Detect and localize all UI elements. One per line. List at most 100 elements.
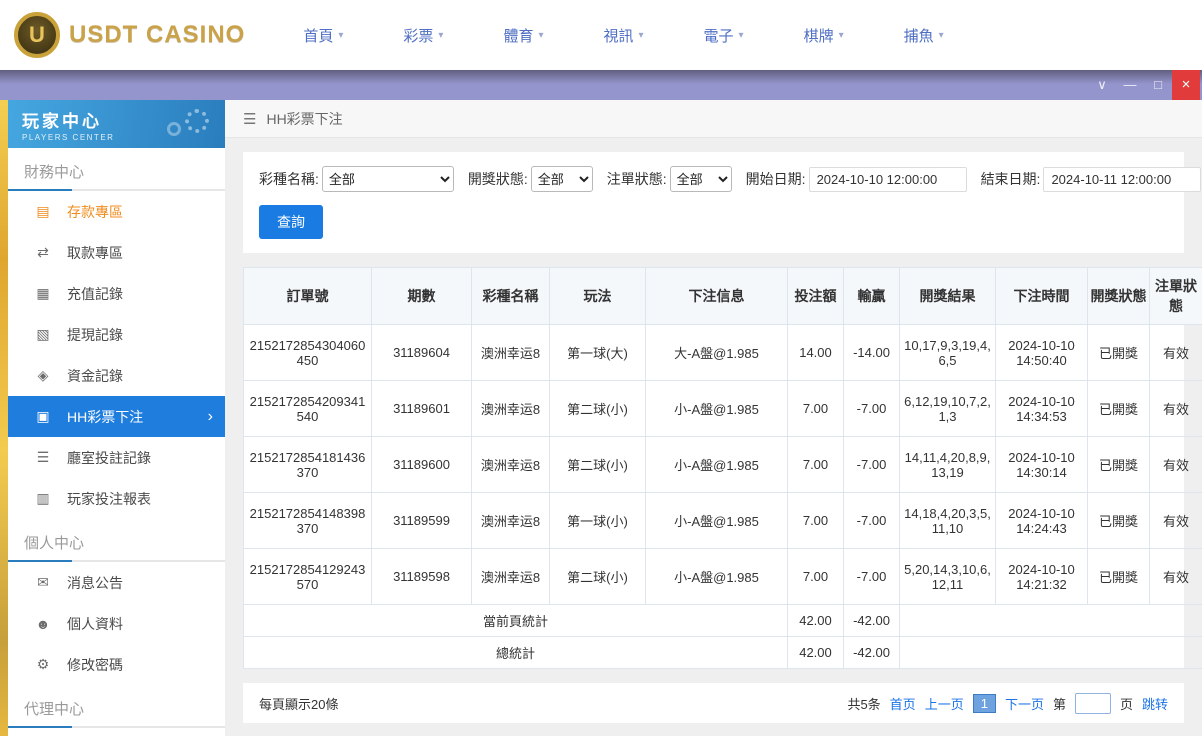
cell-draw-result: 14,18,4,20,3,5,11,10 (899, 492, 996, 549)
nav-item-label: 棋牌 (803, 27, 834, 45)
site-logo[interactable]: U USDT CASINO (14, 12, 245, 58)
nav-item-彩票[interactable]: 彩票 ▾ (403, 25, 443, 46)
nav-item-體育[interactable]: 體育 ▾ (503, 25, 543, 46)
cell-order-no: 2152172854209341540 (243, 380, 372, 437)
column-header-order-no: 訂單號 (243, 267, 372, 325)
column-header-bet-time: 下注時間 (995, 267, 1088, 325)
cell-order-status: 有效 (1149, 436, 1202, 493)
order-status-select[interactable]: 全部 (669, 166, 732, 192)
cell-order-no: 2152172854181436370 (243, 436, 372, 493)
bets-table: 訂單號 期數 彩種名稱 玩法 下注信息 投注額 輸贏 開獎結果 下注時間 開獎狀態 注單狀態 215… (243, 267, 1202, 669)
sidebar-item-room-bet-records[interactable]: ☰ 廳室投註記錄 (8, 437, 225, 478)
page-title: HH彩票下注 (266, 110, 343, 127)
sidebar-item-deposit[interactable]: ▤ 存款專區 (8, 191, 225, 232)
sidebar-item-recharge-records[interactable]: ▦ 充值記錄 (8, 273, 225, 314)
sidebar-item-label: 提現記錄 (67, 326, 123, 343)
sidebar-item-hh-lottery-bets[interactable]: ▣ HH彩票下注 › (8, 396, 225, 437)
cell-bet-amount: 14.00 (787, 324, 844, 381)
first-page-link[interactable]: 首页 (890, 694, 916, 713)
cell-lottery-name: 澳洲幸运8 (471, 548, 550, 605)
cell-order-no: 2152172854148398370 (243, 492, 372, 549)
summary-label: 總統計 (243, 636, 788, 669)
total-count-text: 共5条 (847, 696, 881, 712)
collapse-button[interactable]: ∨ (1088, 70, 1116, 100)
nav-item-捕魚[interactable]: 捕魚 ▾ (904, 25, 944, 46)
filter-row: 彩種名稱: 全部 開獎狀態: 全部 注單狀態: 全部 開始日期: 2024-10… (259, 166, 1202, 192)
page-jump-input[interactable] (1074, 692, 1111, 714)
main-panel: ☰ HH彩票下注 彩種名稱: 全部 開獎狀態: 全部 注單狀態: 全部 開始日期… (225, 100, 1202, 736)
sidebar-item-announcements[interactable]: ✉ 消息公告 (8, 562, 225, 603)
cell-period: 31189599 (371, 492, 472, 549)
page-size-text: 每頁顯示20條 (259, 696, 339, 712)
minimize-button[interactable]: — (1116, 70, 1144, 100)
sidebar-item-player-bet-report[interactable]: ▥ 玩家投注報表 (8, 478, 225, 519)
cell-win-loss: -7.00 (843, 548, 900, 605)
content-area: 彩種名稱: 全部 開獎狀態: 全部 注單狀態: 全部 開始日期: 2024-10… (225, 138, 1202, 723)
sidebar-item-funds-records[interactable]: ◈ 資金記錄 (8, 355, 225, 396)
nav-item-電子[interactable]: 電子 ▾ (704, 25, 744, 46)
table-row: 2152172854148398370 31189599 澳洲幸运8 第一球(小) 小-… (243, 492, 1202, 549)
nav-item-視訊[interactable]: 視訊 ▾ (603, 25, 643, 46)
sidebar: 玩家中心 PLAYERS CENTER 財務中心 ▤ 存款專區 ⇄ 取款專區 ▦ 充值記錄 ▧… (8, 100, 225, 736)
cell-bet-amount: 7.00 (787, 548, 844, 605)
cell-order-status: 有效 (1149, 324, 1202, 381)
column-header-lottery-name: 彩種名稱 (471, 267, 550, 325)
sidebar-item-change-password[interactable]: ⚙ 修改密碼 (8, 644, 225, 685)
draw-status-select[interactable]: 全部 (530, 166, 593, 192)
summary-empty (899, 604, 1202, 637)
cell-draw-result: 10,17,9,3,19,4,6,5 (899, 324, 996, 381)
deposit-icon: ▤ (36, 203, 50, 219)
next-page-link[interactable]: 下一页 (1005, 694, 1044, 713)
sidebar-item-profile[interactable]: ☻ 個人資料 (8, 603, 225, 644)
cell-order-status: 有效 (1149, 492, 1202, 549)
cell-play-type: 第二球(小) (549, 436, 646, 493)
cell-lottery-name: 澳洲幸运8 (471, 436, 550, 493)
cell-bet-time: 2024-10-10 14:24:43 (995, 492, 1088, 549)
column-header-draw-status: 開獎狀態 (1087, 267, 1150, 325)
cell-bet-info: 小-A盤@1.985 (645, 380, 788, 437)
cell-draw-status: 已開獎 (1087, 380, 1150, 437)
sidebar-item-label: 廳室投註記錄 (67, 449, 151, 466)
cell-lottery-name: 澳洲幸运8 (471, 492, 550, 549)
nav-item-首頁[interactable]: 首頁 ▾ (303, 25, 343, 46)
prev-page-link[interactable]: 上一页 (925, 694, 964, 713)
cell-win-loss: -14.00 (843, 324, 900, 381)
cell-play-type: 第二球(小) (549, 548, 646, 605)
jump-button[interactable]: 跳转 (1142, 694, 1168, 713)
cell-draw-result: 6,12,19,10,7,2,1,3 (899, 380, 996, 437)
column-header-period: 期數 (371, 267, 472, 325)
maximize-button[interactable]: □ (1144, 70, 1172, 100)
window-titlebar: ∨ — □ × (0, 70, 1202, 100)
cell-win-loss: -7.00 (843, 380, 900, 437)
start-date-input[interactable] (808, 166, 967, 192)
end-date-label: 結束日期: (980, 171, 1041, 187)
sidebar-section-label: 個人中心 (24, 535, 85, 552)
nav-item-label: 體育 (503, 27, 534, 45)
lottery-name-select[interactable]: 全部 (321, 166, 454, 192)
search-button[interactable]: 查詢 (259, 205, 323, 239)
end-date-input[interactable] (1043, 166, 1202, 192)
cell-order-no: 2152172854129243570 (243, 548, 372, 605)
filter-card: 彩種名稱: 全部 開獎狀態: 全部 注單狀態: 全部 開始日期: 2024-10… (243, 152, 1202, 253)
cell-bet-info: 小-A盤@1.985 (645, 492, 788, 549)
sidebar-header: 玩家中心 PLAYERS CENTER (8, 100, 225, 148)
close-button[interactable]: × (1172, 70, 1200, 100)
nav-item-label: 捕魚 (903, 27, 934, 45)
nav-item-棋牌[interactable]: 棋牌 ▾ (804, 25, 844, 46)
sidebar-item-withdrawal-records[interactable]: ▧ 提現記錄 (8, 314, 225, 355)
table-row: 2152172854181436370 31189600 澳洲幸运8 第二球(小) 小-… (243, 436, 1202, 493)
sidebar-item-label: 消息公告 (67, 574, 123, 591)
funds-record-icon: ◈ (37, 367, 49, 383)
cell-draw-status: 已開獎 (1087, 548, 1150, 605)
cell-bet-info: 大-A盤@1.985 (645, 324, 788, 381)
cell-order-status: 有效 (1149, 548, 1202, 605)
bet-report-icon: ▥ (36, 490, 50, 506)
cell-bet-time: 2024-10-10 14:30:14 (995, 436, 1088, 493)
sidebar-item-withdraw[interactable]: ⇄ 取款專區 (8, 232, 225, 273)
menu-icon[interactable]: ☰ (243, 110, 256, 128)
cell-play-type: 第一球(大) (549, 324, 646, 381)
start-date-label: 開始日期: (745, 171, 806, 187)
current-page-indicator[interactable]: 1 (972, 693, 996, 713)
chevron-down-icon: ▾ (938, 29, 944, 41)
nav-item-label: 電子 (703, 27, 734, 45)
